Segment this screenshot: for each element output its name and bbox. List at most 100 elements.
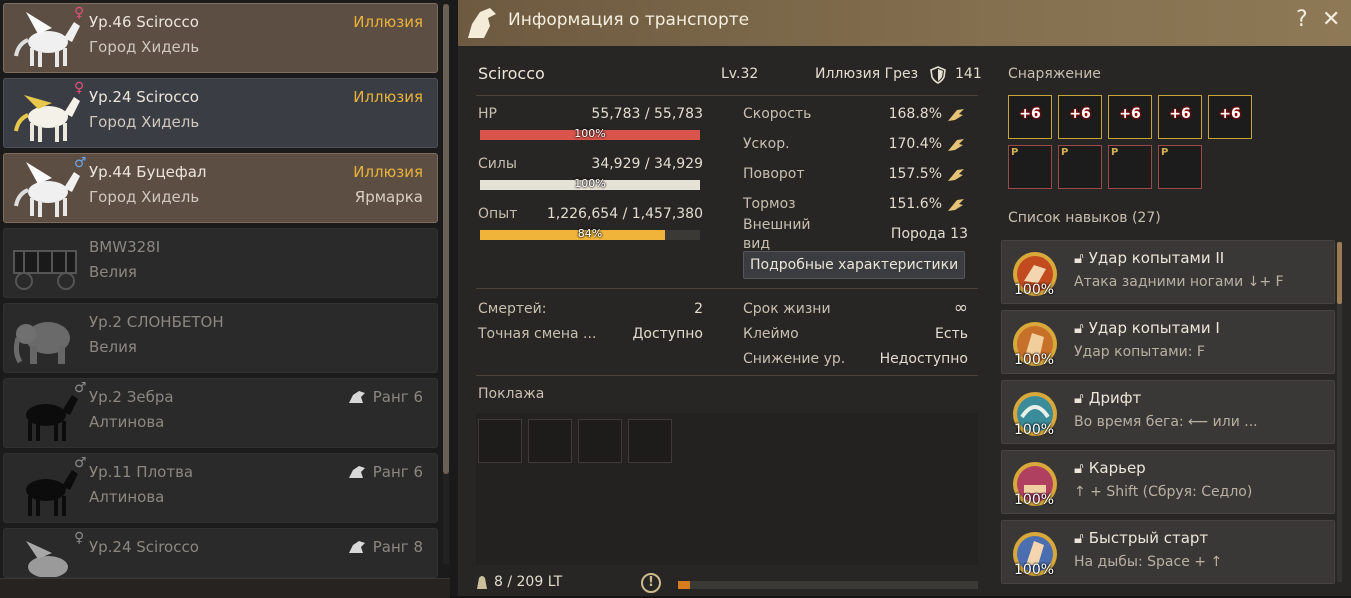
mount-name: Ур.11 Плотва (89, 463, 194, 481)
mount-list-item[interactable]: ♀ Ур.24 Scirocco Ранг 8 (3, 528, 438, 578)
equipment-slot-pearl-saddle[interactable]: P (1108, 145, 1152, 189)
turn-value: 157.5% (888, 166, 942, 182)
mount-type: Иллюзия (353, 163, 423, 181)
help-button[interactable]: ? (1296, 7, 1308, 32)
mount-type: Иллюзия (353, 88, 423, 106)
equipment-slot-pearl-stirrups[interactable]: P (1158, 145, 1202, 189)
scrollbar-thumb[interactable] (443, 4, 449, 474)
skill-name: Удар копытами II (1088, 249, 1225, 267)
skill-title: 🔓︎ Карьер (1074, 459, 1146, 477)
cargo-slot[interactable] (578, 419, 622, 463)
pegasus-icon (14, 95, 80, 142)
divider (476, 375, 978, 376)
window-body: Scirocco Lv.32 Иллюзия Грез 141 HP 55,78… (458, 46, 1351, 596)
precise-change-value: Доступно (632, 326, 703, 342)
speed-value: 168.8% (888, 106, 942, 122)
enhance-level: +6 (1219, 106, 1241, 122)
mount-type: Иллюзия (353, 13, 423, 31)
mount-list-item[interactable]: ♂ Ур.11 Плотва Алтинова Ранг 6 (3, 453, 438, 523)
pearl-badge: P (1011, 147, 1019, 158)
skill-item[interactable]: 100% 🔓︎ Удар копытами II Атака задними но… (1001, 240, 1335, 304)
equipment-slot-horseshoe[interactable]: +6 (1208, 95, 1252, 139)
exp-bar: 84% (480, 227, 700, 240)
exp-percent: 84% (577, 227, 603, 240)
equipment-label: Снаряжение (1008, 66, 1101, 82)
cargo-slot[interactable] (628, 419, 672, 463)
horse-icon (26, 395, 78, 441)
equipment-slot-saddle[interactable]: +6 (1108, 95, 1152, 139)
weight-icon (477, 576, 487, 589)
turn-label: Поворот (743, 166, 805, 182)
mount-list-item[interactable]: ♀ Ур.24 Scirocco Город Хидель Иллюзия (3, 78, 438, 148)
female-icon: ♀ (74, 80, 85, 96)
horse-head-icon (348, 391, 365, 403)
skill-item[interactable]: 100% 🔓︎ Карьер ↑ + Shift (Сбруя: Седло) (1001, 450, 1335, 514)
male-icon: ♂ (74, 455, 87, 471)
rank-label: Ранг 6 (372, 463, 423, 481)
mount-list-item[interactable]: Ур.2 СЛОНБЕТОН Велия (3, 303, 438, 373)
cargo-slot[interactable] (478, 419, 522, 463)
skill-description: Удар копытами: F (1074, 344, 1205, 360)
female-icon: ♀ (74, 5, 85, 21)
close-button[interactable]: ✕ (1322, 7, 1340, 32)
equipment-slot-stirrups[interactable]: +6 (1158, 95, 1202, 139)
list-footer (0, 578, 450, 598)
panel-divider (450, 0, 458, 596)
rank-badge: Ранг 8 (347, 538, 423, 556)
skill-mastery: 100% (1014, 352, 1055, 368)
mount-list-item[interactable]: ♀ Ур.46 Scirocco Город Хидель Иллюзия (3, 3, 438, 73)
rank-badge: Ранг 6 (347, 463, 423, 481)
mount-list-item[interactable]: ♂ Ур.44 Буцефал Город Хидель Иллюзия Ярм… (3, 153, 438, 223)
mount-location: Город Хидель (89, 38, 200, 56)
skill-item[interactable]: 100% 🔓︎ Быстрый старт На дыбы: Space + ↑ (1001, 520, 1335, 584)
mount-location: Алтинова (89, 488, 165, 506)
mount-info-window: Информация о транспорте ? ✕ Scirocco Lv.… (458, 0, 1351, 596)
equipment-slot-pearl-champron[interactable]: P (1008, 145, 1052, 189)
window-titlebar[interactable]: Информация о транспорте ? ✕ (458, 0, 1351, 46)
mount-list-item[interactable]: BMW328I Велия (3, 228, 438, 298)
mount-list-scrollbar[interactable] (443, 4, 449, 564)
window-title: Информация о транспорте (508, 10, 750, 30)
deaths-label: Смертей: (478, 301, 547, 317)
equipment-slot-champron[interactable]: +6 (1008, 95, 1052, 139)
mount-location: Алтинова (89, 413, 165, 431)
mount-tier: Иллюзия Грез (815, 66, 919, 82)
divider (476, 288, 978, 289)
pearl-badge: P (1161, 147, 1169, 158)
skill-description: Во время бега: ⟵ или ... (1074, 414, 1258, 430)
scrollbar-thumb[interactable] (1337, 242, 1342, 304)
horse-head-icon (348, 541, 365, 553)
skill-list-scrollbar[interactable] (1337, 242, 1342, 582)
male-icon: ♂ (74, 380, 87, 396)
shield-icon (930, 66, 946, 84)
mount-list-item[interactable]: ♂ Ур.2 Зебра Алтинова Ранг 6 (3, 378, 438, 448)
lock-icon: 🔓︎ (1074, 529, 1084, 547)
weight-bar-fill (678, 581, 690, 589)
detailed-stats-button[interactable]: Подробные характеристики (743, 251, 966, 279)
mount-location: Велия (89, 338, 137, 356)
skill-item[interactable]: 100% 🔓︎ Дрифт Во время бега: ⟵ или ... (1001, 380, 1335, 444)
mount-name: Ур.44 Буцефал (89, 163, 207, 181)
skill-item[interactable]: 100% 🔓︎ Удар копытами I Удар копытами: F (1001, 310, 1335, 374)
cargo-slot[interactable] (528, 419, 572, 463)
mount-location: Город Хидель (89, 188, 200, 206)
weight-value: 8 / 209 LT (494, 574, 563, 590)
equipment-slot-pearl-barding[interactable]: P (1058, 145, 1102, 189)
lock-icon: 🔓︎ (1074, 319, 1084, 337)
equipment-slot-barding[interactable]: +6 (1058, 95, 1102, 139)
pegasus-icon (26, 541, 68, 577)
lock-icon: 🔓︎ (1074, 389, 1084, 407)
warning-icon[interactable]: ! (641, 573, 661, 593)
defense-value: 141 (955, 66, 982, 82)
stamina-label: Силы (478, 156, 517, 172)
appearance-value: Порода 13 (890, 226, 968, 242)
pearl-badge: P (1111, 147, 1119, 158)
horse-head-icon (348, 466, 365, 478)
market-badge: Ярмарка (354, 188, 423, 206)
stamina-bar: 100% (480, 177, 700, 190)
skill-title: 🔓︎ Быстрый старт (1074, 529, 1208, 547)
wing-icon (948, 169, 964, 181)
appearance-label: Внешний вид (743, 217, 811, 252)
skill-title: 🔓︎ Дрифт (1074, 389, 1141, 407)
skill-name: Дрифт (1088, 389, 1142, 407)
